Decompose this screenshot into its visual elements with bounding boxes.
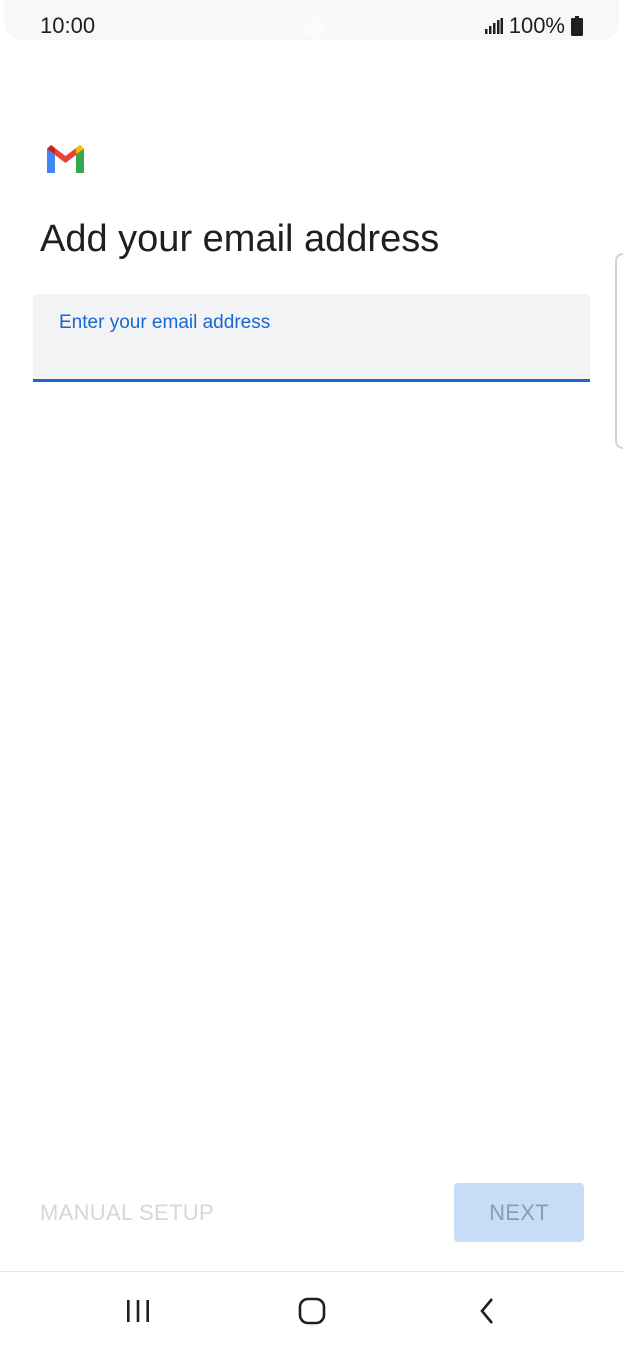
camera-cutout xyxy=(304,17,326,39)
recents-icon xyxy=(125,1299,151,1323)
gmail-logo-icon xyxy=(47,145,84,173)
status-indicators: 100% xyxy=(484,12,583,40)
email-field-label: Enter your email address xyxy=(59,312,271,333)
back-button[interactable] xyxy=(465,1292,509,1330)
battery-icon xyxy=(571,16,583,36)
home-button[interactable] xyxy=(290,1292,334,1330)
next-button[interactable]: NEXT xyxy=(454,1183,584,1242)
email-input[interactable] xyxy=(57,338,566,370)
home-icon xyxy=(298,1297,326,1325)
recents-button[interactable] xyxy=(116,1292,160,1330)
signal-icon xyxy=(484,18,503,34)
page-title: Add your email address xyxy=(40,218,440,260)
manual-setup-button[interactable]: MANUAL SETUP xyxy=(40,1196,214,1230)
status-time: 10:00 xyxy=(40,13,96,38)
navigation-bar xyxy=(0,1271,623,1350)
email-field[interactable]: Enter your email address xyxy=(33,294,590,382)
battery-percent: 100% xyxy=(508,13,565,38)
edge-panel-handle[interactable] xyxy=(615,253,623,449)
status-bar: 10:00 100% xyxy=(4,0,619,40)
back-icon xyxy=(479,1297,495,1325)
